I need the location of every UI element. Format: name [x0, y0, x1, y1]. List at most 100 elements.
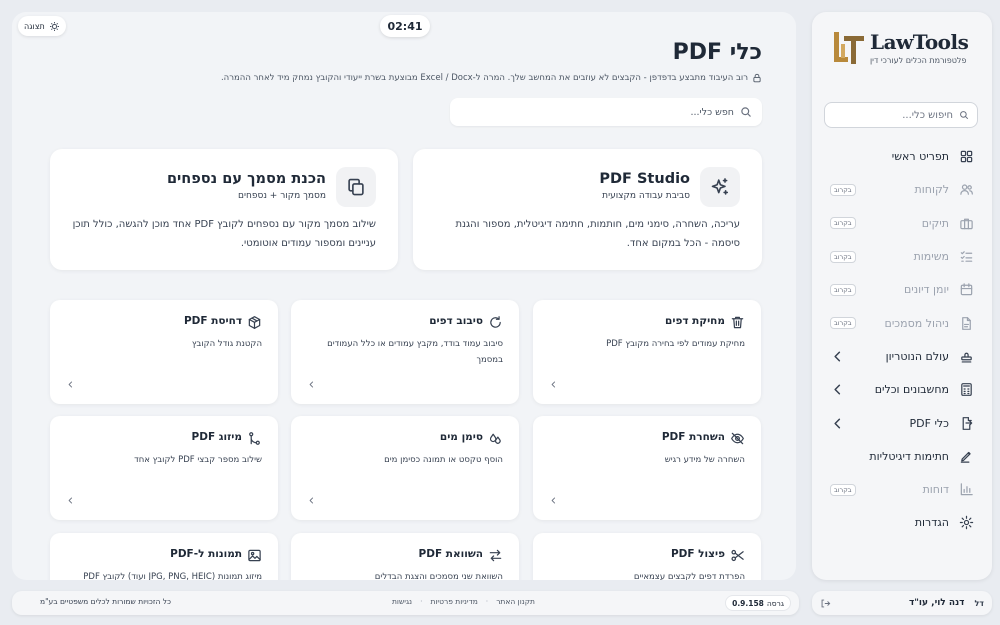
sidebar-search	[824, 102, 978, 128]
sidebar-item[interactable]: תפריט ראשי	[824, 140, 980, 173]
sidebar-item-label: עולם הנוטריון	[885, 349, 949, 363]
sidebar-item-label: לקוחות	[914, 183, 949, 197]
theme-toggle-button[interactable]: תצוגה	[18, 16, 66, 36]
search-icon	[959, 109, 969, 121]
tool-title: סיבוב דפים	[429, 315, 483, 327]
tool-card[interactable]: השוואת PDF השוואת שני מסמכים והצגת הבדלים	[291, 533, 519, 580]
tool-card[interactable]: מחיקת דפים מחיקת עמודים לפי בחירה מקובץ P…	[533, 300, 761, 404]
search-icon	[740, 106, 752, 118]
feature-title: PDF Studio	[599, 171, 690, 187]
tool-card[interactable]: דחיסת PDF הקטנת גודל הקובץ	[50, 300, 278, 404]
sidebar-item[interactable]: חתימות דיגיטליות	[824, 440, 980, 473]
sidebar-item-label: כלי PDF	[909, 416, 949, 430]
chevron-left-icon[interactable]	[549, 380, 558, 389]
tool-title: השחרת PDF	[661, 431, 725, 443]
sidebar-item[interactable]: יומן דיונים בקרוב	[824, 273, 980, 306]
tool-description: הפרדת דפים לקבצים עצמאיים	[633, 572, 745, 580]
accessibility-link[interactable]: נגישות	[392, 597, 412, 606]
file-icon	[959, 316, 974, 331]
avatar[interactable]: דל	[974, 599, 984, 608]
gear-icon	[959, 515, 974, 530]
lawtools-logo-icon	[834, 32, 864, 64]
sidebar-item-label: מחשבונים וכלים	[874, 383, 949, 397]
sidebar-item[interactable]: ניהול מסמכים בקרוב	[824, 306, 980, 339]
chevron-left-icon[interactable]	[66, 496, 75, 505]
tool-title: פיצול PDF	[670, 548, 725, 560]
calculator-icon	[959, 382, 974, 397]
brand-name: LawTools	[870, 30, 969, 54]
tool-card[interactable]: השחרת PDF השחרה של מידע רגיש	[533, 416, 761, 520]
chevron-left-icon[interactable]	[307, 496, 316, 505]
scissors-icon	[730, 548, 745, 563]
sidebar-item[interactable]: מחשבונים וכלים	[824, 373, 980, 406]
tool-card[interactable]: מיזוג PDF שילוב מספר קבצי PDF לקובץ אחד	[50, 416, 278, 520]
tool-search-input[interactable]	[460, 106, 734, 118]
file-export-icon	[959, 416, 974, 431]
coming-soon-badge: בקרוב	[830, 183, 856, 196]
sparkles-icon	[710, 177, 730, 197]
coming-soon-badge: בקרוב	[830, 217, 856, 230]
sidebar-item[interactable]: דוחות בקרוב	[824, 473, 980, 506]
signature-icon	[959, 449, 974, 464]
theme-toggle-label: תצוגה	[24, 21, 45, 31]
brand-tagline: פלטפורמת הכלים לעורכי דין	[870, 56, 967, 65]
feature-description: עריכה, השחרה, סימני מים, חותמות, חתימה ד…	[455, 219, 740, 249]
bar-chart-icon	[959, 482, 974, 497]
chevron-left-icon[interactable]	[66, 380, 75, 389]
tool-description: השחרה של מידע רגיש	[664, 455, 745, 465]
logout-icon[interactable]	[820, 598, 831, 609]
copyright: כל הזכויות שמורות לכלים משפטיים בע"מ	[40, 597, 171, 606]
tool-title: מחיקת דפים	[665, 315, 725, 327]
sidebar-item-label: תיקים	[921, 216, 949, 230]
chevron-left-icon[interactable]	[830, 416, 845, 431]
feature-description: שילוב מסמך מקור עם נספחים לקובץ PDF אחד …	[72, 219, 376, 249]
tool-description: הוסף טקסט או תמונה כסימן מים	[384, 455, 503, 465]
user-name: דנה לוי, עו"ד	[908, 598, 965, 608]
sidebar-item-label: חתימות דיגיטליות	[869, 449, 949, 463]
tool-card[interactable]: פיצול PDF הפרדת דפים לקבצים עצמאיים	[533, 533, 761, 580]
chevron-left-icon[interactable]	[307, 380, 316, 389]
sidebar-item[interactable]: משימות בקרוב	[824, 240, 980, 273]
grid-icon	[959, 149, 974, 164]
sidebar: LawTools פלטפורמת הכלים לעורכי דין תפריט…	[812, 12, 992, 580]
coming-soon-badge: בקרוב	[830, 317, 856, 330]
terms-link[interactable]: תקנון האתר	[496, 597, 535, 606]
tool-search	[450, 98, 762, 126]
tool-title: תמונות ל-PDF	[170, 548, 242, 560]
tool-description: הקטנת גודל הקובץ	[191, 339, 262, 349]
user-bar[interactable]: דל דנה לוי, עו"ד	[812, 591, 992, 615]
sidebar-item[interactable]: תיקים בקרוב	[824, 207, 980, 240]
sidebar-item[interactable]: עולם הנוטריון	[824, 340, 980, 373]
sidebar-item-label: יומן דיונים	[903, 283, 949, 297]
sidebar-item-label: משימות	[913, 250, 949, 264]
package-icon	[247, 315, 262, 330]
tool-card[interactable]: תמונות ל-PDF מיזוג תמונות (JPG, PNG, HEIC…	[50, 533, 278, 580]
feature-subtitle: סביבת עבודה מקצועית	[602, 191, 690, 201]
tool-title: סימן מים	[439, 431, 483, 443]
coming-soon-badge: בקרוב	[830, 283, 856, 296]
sidebar-item[interactable]: כלי PDF	[824, 406, 980, 439]
feature-subtitle: מסמך מקור + נספחים	[238, 191, 326, 201]
brand-logo[interactable]: LawTools פלטפורמת הכלים לעורכי דין	[830, 30, 980, 80]
version-number: 0.9.158	[732, 598, 764, 608]
rotate-icon	[488, 315, 503, 330]
briefcase-icon	[959, 216, 974, 231]
feature-card[interactable]: PDF Studio סביבת עבודה מקצועית עריכה, השחר…	[413, 149, 762, 270]
tool-description: שילוב מספר קבצי PDF לקובץ אחד	[134, 455, 262, 465]
tool-card[interactable]: סיבוב דפים סיבוב עמוד בודד, מקבץ עמודים א…	[291, 300, 519, 404]
chevron-left-icon[interactable]	[549, 496, 558, 505]
chevron-left-icon[interactable]	[830, 382, 845, 397]
sidebar-item[interactable]: הגדרות	[824, 506, 980, 539]
privacy-link[interactable]: מדיניות פרטיות	[430, 597, 477, 606]
tool-card[interactable]: סימן מים הוסף טקסט או תמונה כסימן מים	[291, 416, 519, 520]
version-badge: גרסה 0.9.158	[725, 595, 791, 611]
tool-description: מיזוג תמונות (JPG, PNG, HEIC ועוד) לקובץ…	[83, 572, 262, 580]
chevron-left-icon[interactable]	[830, 349, 845, 364]
tool-description: סיבוב עמוד בודד, מקבץ עמודים או כלל העמו…	[327, 339, 503, 365]
sidebar-item-label: הגדרות	[914, 516, 949, 530]
sidebar-item[interactable]: לקוחות בקרוב	[824, 173, 980, 206]
feature-card[interactable]: הכנת מסמך עם נספחים מסמך מקור + נספחים שיל…	[50, 149, 398, 270]
sidebar-search-input[interactable]	[833, 109, 953, 121]
tool-description: מחיקת עמודים לפי בחירה מקובץ PDF	[606, 339, 745, 349]
link-separator: ·	[420, 597, 423, 606]
